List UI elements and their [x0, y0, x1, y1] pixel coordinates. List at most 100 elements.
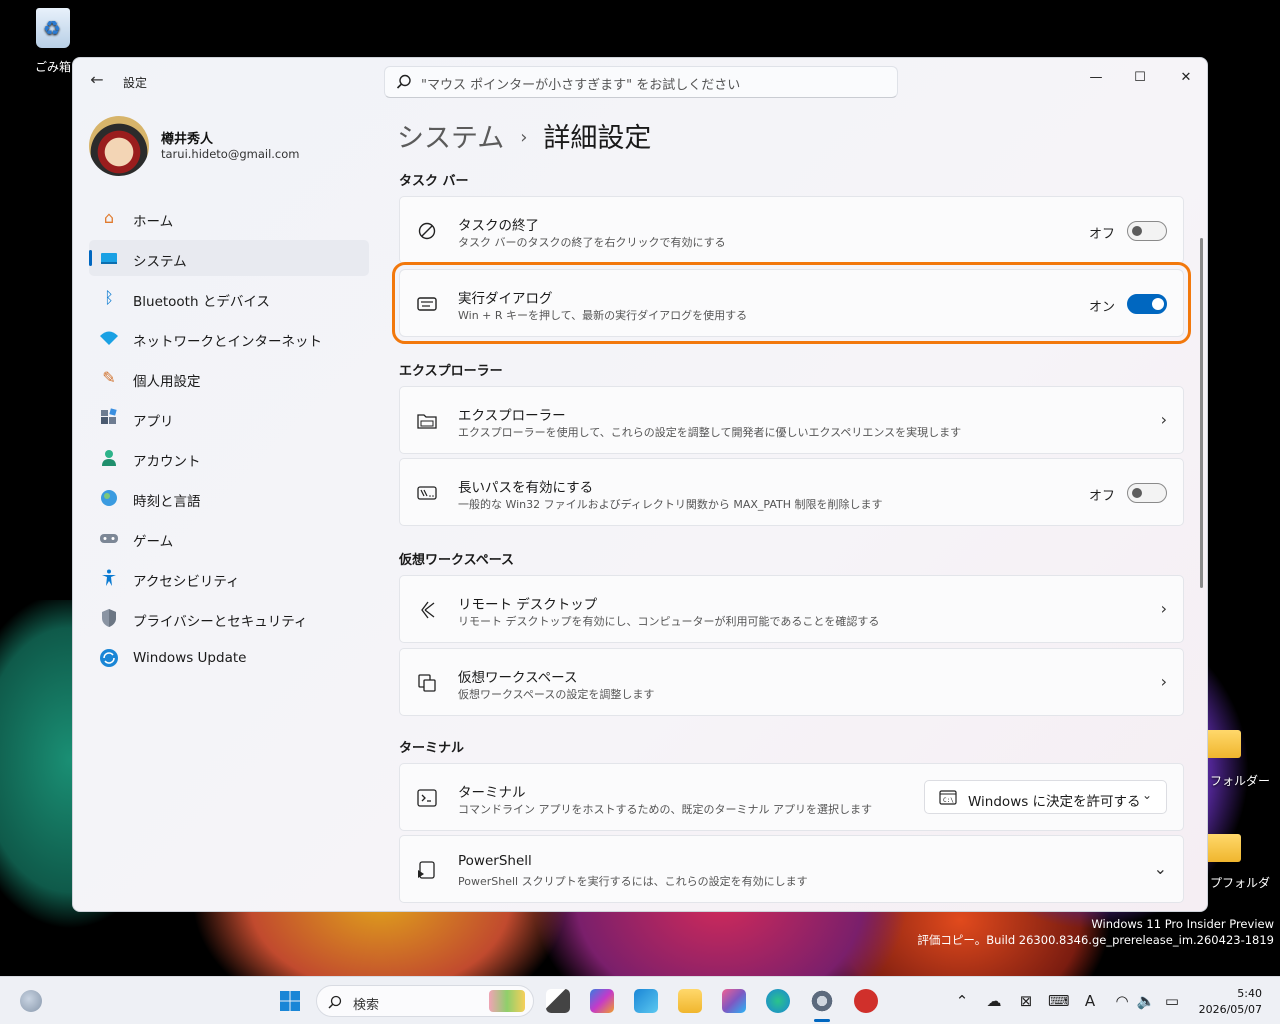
settings-search-input[interactable]: "マウス ポインターが小さすぎます" をお試しください — [384, 66, 898, 98]
sidebar-item-time-language[interactable]: 時刻と言語 — [89, 480, 369, 516]
wifi-icon[interactable]: ◠ — [1112, 991, 1132, 1011]
network-disconnected-icon[interactable]: ⊠ — [1016, 991, 1036, 1011]
sidebar-item-label: 個人用設定 — [133, 374, 201, 390]
sidebar-nav: ⌂ ホーム システム ᛒ Bluetooth とデバイス ネットワークとインター… — [89, 200, 369, 680]
sidebar-item-label: システム — [133, 254, 187, 270]
setting-card-terminal[interactable]: ターミナル コマンドライン アプリをホストするための、既定のターミナル アプリを… — [399, 763, 1184, 831]
chevron-down-icon: ⌄ — [1141, 788, 1152, 802]
sidebar-item-home[interactable]: ⌂ ホーム — [89, 200, 369, 236]
setting-card-powershell[interactable]: PowerShell PowerShell スクリプトを実行するには、これらの設… — [399, 835, 1184, 903]
powerpoint-icon[interactable] — [854, 989, 878, 1013]
account-icon — [99, 448, 119, 468]
store-preview-icon[interactable] — [634, 989, 658, 1013]
edge-icon[interactable] — [766, 989, 790, 1013]
end-task-toggle[interactable] — [1127, 221, 1167, 241]
folder-label: プフォルダ — [1210, 876, 1271, 890]
setting-card-end-task[interactable]: タスクの終了 タスク バーのタスクの終了を右クリックで有効にする オフ — [399, 196, 1184, 264]
scrollbar[interactable] — [1200, 238, 1203, 588]
svg-text:C:\: C:\ — [943, 797, 954, 804]
breadcrumb-parent[interactable]: システム — [397, 123, 504, 154]
setting-card-explorer[interactable]: エクスプローラー エクスプローラーを使用して、これらの設定を調整して開発者に優し… — [399, 386, 1184, 454]
sidebar-item-label: ゲーム — [133, 534, 174, 550]
close-button[interactable]: ✕ — [1163, 64, 1207, 92]
sidebar-item-privacy[interactable]: プライバシーとセキュリティ — [89, 600, 369, 636]
start-button[interactable] — [279, 990, 301, 1012]
bluetooth-icon: ᛒ — [104, 288, 114, 307]
sidebar-item-windows-update[interactable]: Windows Update — [89, 640, 369, 676]
breadcrumb: システム › 詳細設定 — [397, 116, 651, 155]
settings-gear-icon[interactable] — [810, 989, 834, 1022]
chevron-right-icon: › — [1160, 599, 1167, 618]
clock-time: 5:40 — [1237, 987, 1262, 1000]
task-view-icon[interactable] — [546, 989, 570, 1013]
run-dialog-icon — [417, 297, 437, 311]
m365-icon[interactable] — [590, 989, 614, 1013]
title-bar: ← 設定 "マウス ポインターが小さすぎます" をお試しください — ☐ ✕ — [73, 58, 1207, 104]
card-title: 実行ダイアログ — [458, 291, 553, 307]
taskbar-search-box[interactable]: 検索 — [316, 985, 534, 1017]
card-description: 一般的な Win32 ファイルおよびディレクトリ関数から MAX_PATH 制限… — [458, 498, 883, 511]
profile-name: 樽井秀人 — [161, 132, 214, 147]
run-dialog-toggle[interactable] — [1127, 294, 1167, 314]
tray-overflow-chevron-icon[interactable]: ⌃ — [952, 991, 972, 1011]
insider-watermark: Windows 11 Pro Insider Preview 評価コピー。Bui… — [917, 916, 1274, 948]
battery-icon[interactable]: ▭ — [1162, 991, 1182, 1011]
user-profile[interactable]: 樽井秀人 tarui.hideto@gmail.com — [89, 116, 379, 176]
page-title: 詳細設定 — [543, 123, 652, 154]
section-header-explorer: エクスプローラー — [399, 364, 503, 379]
sidebar-item-personalization[interactable]: ✎ 個人用設定 — [89, 360, 369, 396]
maximize-button[interactable]: ☐ — [1117, 64, 1163, 92]
card-description: エクスプローラーを使用して、これらの設定を調整して開発者に優しいエクスペリエンス… — [458, 426, 962, 439]
sidebar-item-label: Windows Update — [133, 650, 247, 666]
sidebar-item-bluetooth[interactable]: ᛒ Bluetooth とデバイス — [89, 280, 369, 316]
sidebar-item-apps[interactable]: アプリ — [89, 400, 369, 436]
card-title: リモート デスクトップ — [458, 597, 598, 613]
ime-mode-indicator[interactable]: A — [1080, 991, 1100, 1011]
section-header-virtual-workspace: 仮想ワークスペース — [399, 553, 515, 568]
chevron-down-icon: ⌄ — [1153, 859, 1167, 878]
setting-card-remote-desktop[interactable]: リモート デスクトップ リモート デスクトップを有効にし、コンピューターが利用可… — [399, 575, 1184, 643]
sidebar-item-label: ネットワークとインターネット — [133, 334, 322, 350]
end-task-icon — [418, 222, 436, 240]
virtual-workspace-icon — [418, 674, 436, 692]
keyboard-icon[interactable]: ⌨ — [1048, 991, 1070, 1011]
volume-icon[interactable]: 🔈 — [1136, 991, 1156, 1011]
onedrive-icon[interactable]: ☁ — [984, 991, 1004, 1011]
minimize-button[interactable]: — — [1073, 64, 1119, 92]
accessibility-icon — [99, 568, 119, 588]
folder-icon[interactable] — [1205, 730, 1241, 758]
long-paths-toggle[interactable] — [1127, 483, 1167, 503]
recycle-bin-label: ごみ箱 — [34, 60, 71, 74]
recycle-bin-desktop-icon[interactable]: ごみ箱 — [30, 8, 76, 75]
sidebar-item-network[interactable]: ネットワークとインターネット — [89, 320, 369, 356]
folder-icon[interactable] — [1205, 834, 1241, 862]
back-button[interactable]: ← — [87, 70, 107, 90]
default-terminal-select[interactable]: C:\ Windows に決定を許可する ⌄ — [924, 780, 1167, 814]
watermark-line: 評価コピー。Build 26300.8346.ge_prerelease_im.… — [917, 933, 1274, 947]
sidebar-item-accounts[interactable]: アカウント — [89, 440, 369, 476]
setting-card-long-paths[interactable]: 長いパスを有効にする 一般的な Win32 ファイルおよびディレクトリ関数から … — [399, 458, 1184, 526]
toggle-state-label: オン — [1088, 300, 1115, 315]
folder-icon — [417, 414, 437, 429]
setting-card-run-dialog[interactable]: 実行ダイアログ Win + R キーを押して、最新の実行ダイアログを使用する オ… — [392, 262, 1191, 344]
sidebar-item-accessibility[interactable]: アクセシビリティ — [89, 560, 369, 596]
time-language-icon — [99, 488, 119, 508]
file-explorer-icon[interactable] — [678, 989, 702, 1013]
card-title: エクスプローラー — [458, 408, 566, 424]
shield-icon — [99, 608, 119, 628]
sidebar-item-system[interactable]: システム — [89, 240, 369, 276]
setting-card-virtual-workspace[interactable]: 仮想ワークスペース 仮想ワークスペースの設定を調整します › — [399, 648, 1184, 716]
card-title: 長いパスを有効にする — [458, 480, 594, 496]
search-highlight-icon — [489, 990, 525, 1012]
chevron-right-icon: › — [1160, 672, 1167, 691]
breadcrumb-separator-icon: › — [520, 127, 528, 148]
long-path-icon — [417, 486, 437, 500]
taskbar-clock[interactable]: 5:40 2026/05/07 — [1199, 986, 1262, 1018]
card-description: コマンドライン アプリをホストするための、既定のターミナル アプリを選択します — [458, 803, 872, 816]
sidebar-item-gaming[interactable]: ゲーム — [89, 520, 369, 556]
select-value: Windows に決定を許可する — [968, 794, 1141, 810]
weather-icon[interactable] — [20, 990, 42, 1012]
search-icon — [328, 995, 342, 1009]
copilot-icon[interactable] — [722, 989, 746, 1013]
remote-desktop-icon — [421, 601, 435, 619]
